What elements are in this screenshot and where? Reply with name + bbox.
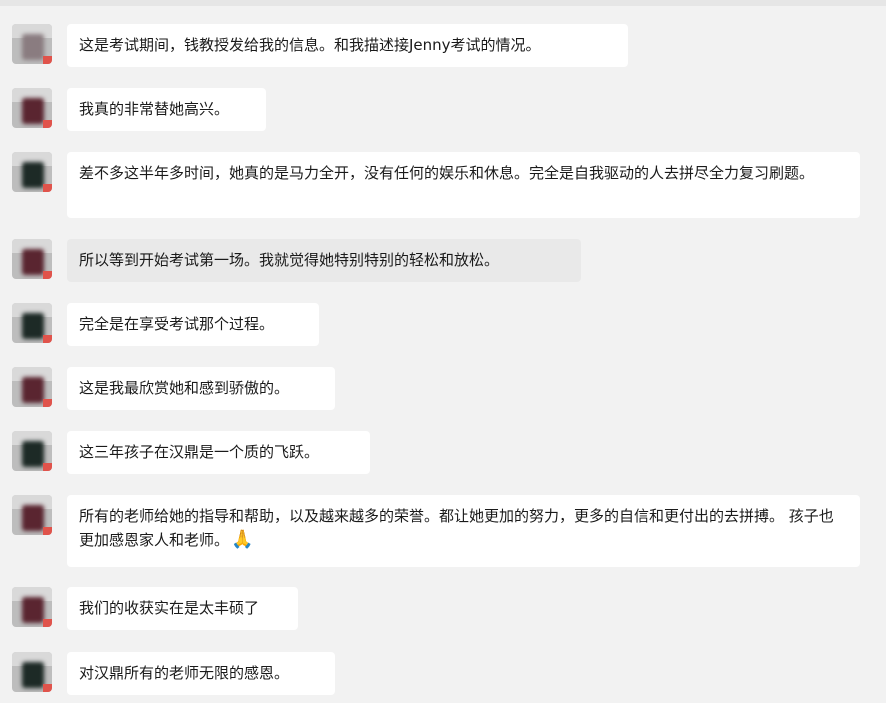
avatar-badge	[43, 463, 52, 471]
avatar-blur	[22, 662, 44, 688]
avatar[interactable]	[12, 24, 52, 64]
avatar-blur	[22, 34, 44, 60]
avatar-badge	[43, 184, 52, 192]
avatar-blur	[22, 377, 44, 403]
avatar-blur	[22, 505, 44, 531]
message-bubble[interactable]: 完全是在享受考试那个过程。	[67, 303, 319, 346]
avatar[interactable]	[12, 495, 52, 535]
message-bubble[interactable]: 对汉鼎所有的老师无限的感恩。	[67, 652, 335, 695]
avatar-blur	[22, 597, 44, 623]
chat-history: 这是考试期间，钱教授发给我的信息。和我描述接Jenny考试的情况。 我真的非常替…	[0, 0, 886, 703]
message-bubble[interactable]: 这是考试期间，钱教授发给我的信息。和我描述接Jenny考试的情况。	[67, 24, 628, 67]
avatar-badge	[43, 684, 52, 692]
avatar[interactable]	[12, 587, 52, 627]
folded-hands-icon: 🙏	[231, 529, 254, 550]
avatar-blur	[22, 98, 44, 124]
avatar[interactable]	[12, 431, 52, 471]
message-text: 对汉鼎所有的老师无限的感恩。	[79, 664, 290, 682]
avatar-badge	[43, 271, 52, 279]
message-bubble[interactable]: 这三年孩子在汉鼎是一个质的飞跃。	[67, 431, 370, 474]
avatar-badge	[43, 120, 52, 128]
message-bubble[interactable]: 我真的非常替她高兴。	[67, 88, 266, 131]
message-text: 我真的非常替她高兴。	[79, 100, 230, 118]
avatar[interactable]	[12, 367, 52, 407]
message-bubble[interactable]: 所有的老师给她的指导和帮助，以及越来越多的荣誉。都让她更加的努力，更多的自信和更…	[67, 495, 860, 567]
message-text: 这是考试期间，钱教授发给我的信息。和我描述接Jenny考试的情况。	[79, 36, 541, 54]
message-bubble[interactable]: 差不多这半年多时间，她真的是马力全开，没有任何的娱乐和休息。完全是自我驱动的人去…	[67, 152, 860, 218]
avatar-blur	[22, 162, 44, 188]
avatar-badge	[43, 399, 52, 407]
avatar-badge	[43, 335, 52, 343]
message-text: 差不多这半年多时间，她真的是马力全开，没有任何的娱乐和休息。完全是自我驱动的人去…	[79, 164, 815, 182]
avatar-blur	[22, 313, 44, 339]
message-text: 这是我最欣赏她和感到骄傲的。	[79, 379, 290, 397]
message-bubble[interactable]: 我们的收获实在是太丰硕了	[67, 587, 298, 630]
message-text: 我们的收获实在是太丰硕了	[79, 599, 260, 617]
avatar-badge	[43, 56, 52, 64]
top-divider	[0, 0, 886, 6]
message-text: 所有的老师给她的指导和帮助，以及越来越多的荣誉。都让她更加的努力，更多的自信和更…	[79, 507, 834, 549]
message-text: 所以等到开始考试第一场。我就觉得她特别特别的轻松和放松。	[79, 251, 500, 269]
avatar-badge	[43, 619, 52, 627]
avatar-badge	[43, 527, 52, 535]
avatar[interactable]	[12, 652, 52, 692]
message-bubble[interactable]: 所以等到开始考试第一场。我就觉得她特别特别的轻松和放松。	[67, 239, 581, 282]
avatar[interactable]	[12, 303, 52, 343]
avatar-blur	[22, 249, 44, 275]
avatar[interactable]	[12, 88, 52, 128]
message-text: 这三年孩子在汉鼎是一个质的飞跃。	[79, 443, 320, 461]
avatar[interactable]	[12, 152, 52, 192]
message-text: 完全是在享受考试那个过程。	[79, 315, 275, 333]
avatar[interactable]	[12, 239, 52, 279]
message-bubble[interactable]: 这是我最欣赏她和感到骄傲的。	[67, 367, 335, 410]
avatar-blur	[22, 441, 44, 467]
